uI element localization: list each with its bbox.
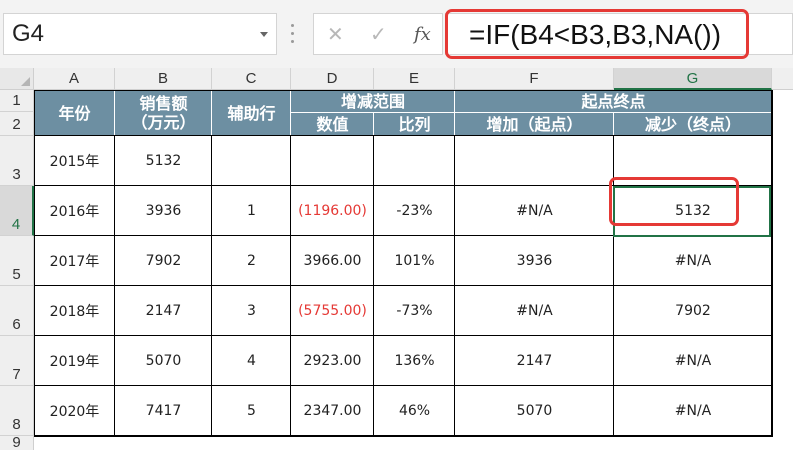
table-border bbox=[211, 136, 212, 436]
insert-function-icon[interactable]: fx bbox=[414, 23, 431, 47]
table-border bbox=[290, 136, 291, 436]
cell-d4[interactable]: (1196.00) bbox=[291, 186, 374, 236]
cell-c5[interactable]: 2 bbox=[212, 236, 291, 286]
header-ratio: 比列 bbox=[374, 112, 455, 136]
cell-g6[interactable]: 7902 bbox=[614, 286, 772, 336]
header-divider bbox=[114, 90, 115, 136]
header-divider bbox=[211, 90, 212, 136]
cell-a3[interactable]: 2015年 bbox=[34, 136, 115, 186]
cell-a4[interactable]: 2016年 bbox=[34, 186, 115, 236]
cell-f6[interactable]: #N/A bbox=[455, 286, 614, 336]
cell-b7[interactable]: 5070 bbox=[115, 336, 212, 386]
cell-b6[interactable]: 2147 bbox=[115, 286, 212, 336]
cell-e7[interactable]: 136% bbox=[374, 336, 455, 386]
table-border bbox=[34, 90, 773, 91]
row-header-2[interactable]: 2 bbox=[0, 112, 34, 136]
cell-e5[interactable]: 101% bbox=[374, 236, 455, 286]
header-increase: 增加（起点） bbox=[455, 112, 614, 136]
cell-d3[interactable] bbox=[291, 136, 374, 186]
row-header-7[interactable]: 7 bbox=[0, 336, 34, 386]
table-border bbox=[373, 136, 374, 436]
cell-c6[interactable]: 3 bbox=[212, 286, 291, 336]
table-border bbox=[34, 135, 773, 136]
cell-a8[interactable]: 2020年 bbox=[34, 386, 115, 436]
name-box[interactable]: G4 bbox=[3, 13, 277, 55]
cell-e3[interactable] bbox=[374, 136, 455, 186]
column-header-c[interactable]: C bbox=[212, 68, 291, 90]
row-header-1[interactable]: 1 bbox=[0, 90, 34, 112]
header-helper: 辅助行 bbox=[212, 90, 291, 136]
cell-b3[interactable]: 5132 bbox=[115, 136, 212, 186]
column-header-b[interactable]: B bbox=[115, 68, 212, 90]
header-divider bbox=[290, 90, 291, 136]
cell-g5[interactable]: #N/A bbox=[614, 236, 772, 286]
cell-a6[interactable]: 2018年 bbox=[34, 286, 115, 336]
row-header-6[interactable]: 6 bbox=[0, 286, 34, 336]
header-value: 数值 bbox=[291, 112, 374, 136]
cell-e4[interactable]: -23% bbox=[374, 186, 455, 236]
row-header-8[interactable]: 8 bbox=[0, 386, 34, 436]
cell-b4[interactable]: 3936 bbox=[115, 186, 212, 236]
column-header-g[interactable]: G bbox=[614, 68, 772, 90]
name-box-dropdown-icon[interactable] bbox=[260, 32, 268, 37]
cell-g7[interactable]: #N/A bbox=[614, 336, 772, 386]
header-sales: 销售额 （万元） bbox=[115, 90, 212, 136]
row-header-3[interactable]: 3 bbox=[0, 136, 34, 186]
cell-f5[interactable]: 3936 bbox=[455, 236, 614, 286]
name-box-value: G4 bbox=[12, 20, 45, 47]
cell-d6[interactable]: (5755.00) bbox=[291, 286, 374, 336]
cell-b8[interactable]: 7417 bbox=[115, 386, 212, 436]
resize-grip-icon[interactable] bbox=[291, 24, 295, 44]
table-border bbox=[34, 435, 773, 437]
column-header-d[interactable]: D bbox=[291, 68, 374, 90]
enter-icon[interactable]: ✓ bbox=[370, 22, 387, 46]
row-header-9[interactable]: 9 bbox=[0, 434, 34, 451]
column-header-f[interactable]: F bbox=[455, 68, 614, 90]
cell-f4[interactable]: #N/A bbox=[455, 186, 614, 236]
cell-f3[interactable] bbox=[455, 136, 614, 186]
cell-f8[interactable]: 5070 bbox=[455, 386, 614, 436]
header-year: 年份 bbox=[34, 90, 115, 136]
header-divider bbox=[291, 112, 772, 113]
header-divider bbox=[613, 112, 614, 136]
header-points: 起点终点 bbox=[455, 90, 772, 112]
cell-c3[interactable] bbox=[212, 136, 291, 186]
column-header-h[interactable] bbox=[772, 68, 793, 90]
cell-b5[interactable]: 7902 bbox=[115, 236, 212, 286]
cell-c8[interactable]: 5 bbox=[212, 386, 291, 436]
column-header-e[interactable]: E bbox=[374, 68, 455, 90]
cell-a7[interactable]: 2019年 bbox=[34, 336, 115, 386]
cell-e8[interactable]: 46% bbox=[374, 386, 455, 436]
cell-f7[interactable]: 2147 bbox=[455, 336, 614, 386]
cancel-icon[interactable]: ✕ bbox=[327, 22, 344, 46]
formula-highlight-box bbox=[445, 9, 749, 59]
cell-a5[interactable]: 2017年 bbox=[34, 236, 115, 286]
select-all-corner[interactable] bbox=[0, 68, 34, 90]
cell-c7[interactable]: 4 bbox=[212, 336, 291, 386]
result-highlight-box bbox=[609, 177, 739, 226]
header-divider bbox=[373, 112, 374, 136]
header-range: 增减范围 bbox=[291, 90, 455, 112]
cell-d7[interactable]: 2923.00 bbox=[291, 336, 374, 386]
table-border bbox=[454, 136, 455, 436]
cell-c4[interactable]: 1 bbox=[212, 186, 291, 236]
cell-g8[interactable]: #N/A bbox=[614, 386, 772, 436]
header-decrease: 减少（终点） bbox=[614, 112, 772, 136]
table-border bbox=[114, 136, 115, 436]
row-header-4[interactable]: 4 bbox=[0, 186, 34, 236]
column-header-a[interactable]: A bbox=[34, 68, 115, 90]
cell-d8[interactable]: 2347.00 bbox=[291, 386, 374, 436]
table-border bbox=[34, 285, 773, 286]
table-border bbox=[34, 385, 773, 386]
formula-buttons: ✕ ✓ fx bbox=[313, 13, 443, 55]
table-border bbox=[34, 335, 773, 336]
row-header-5[interactable]: 5 bbox=[0, 236, 34, 286]
header-divider bbox=[454, 90, 455, 136]
cell-e6[interactable]: -73% bbox=[374, 286, 455, 336]
cell-d5[interactable]: 3966.00 bbox=[291, 236, 374, 286]
